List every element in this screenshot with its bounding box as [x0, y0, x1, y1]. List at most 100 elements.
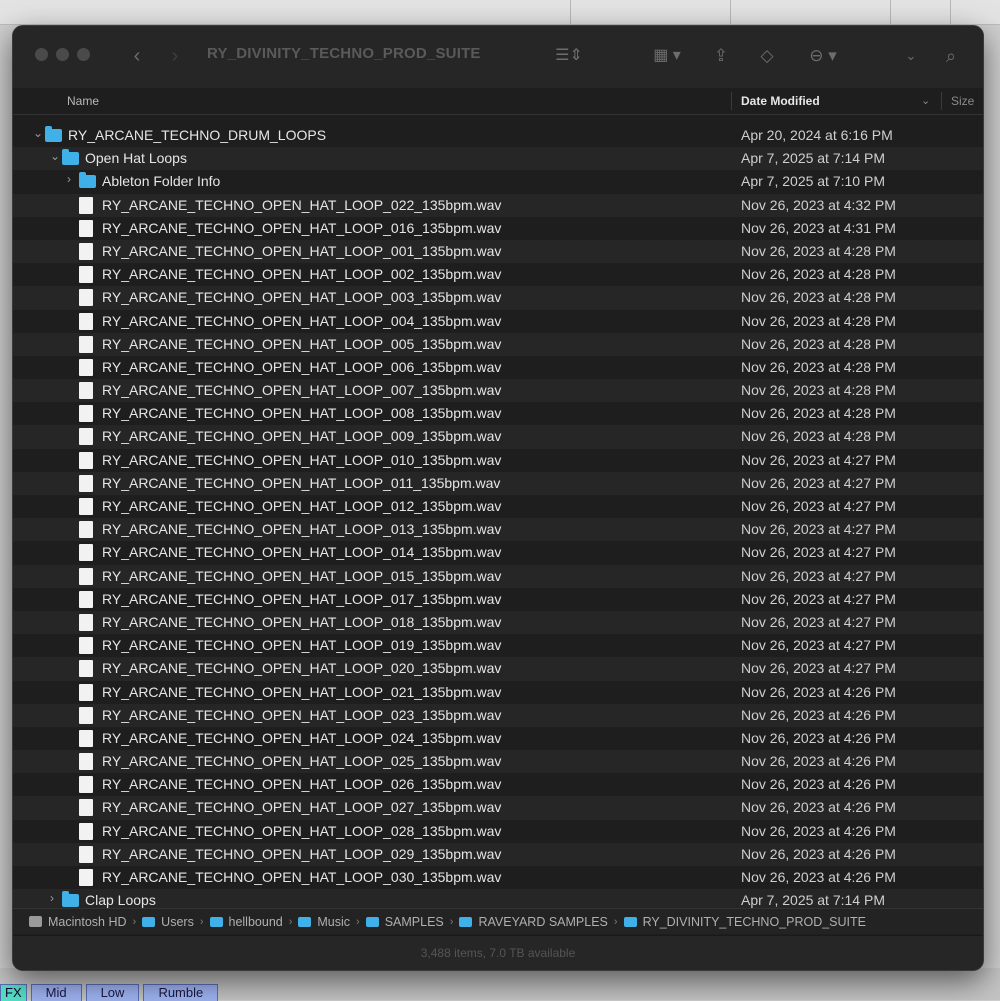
- zoom-window-button[interactable]: [77, 48, 90, 61]
- path-separator-icon: ›: [613, 915, 618, 928]
- tag-icon[interactable]: ◇: [757, 42, 777, 70]
- file-row[interactable]: RY_ARCANE_TECHNO_OPEN_HAT_LOOP_013_135bp…: [13, 518, 983, 542]
- audio-file-icon: [79, 335, 93, 353]
- file-row[interactable]: RY_ARCANE_TECHNO_OPEN_HAT_LOOP_003_135bp…: [13, 286, 983, 310]
- item-name: Open Hat Loops: [85, 150, 187, 167]
- action-menu-icon[interactable]: ⊖ ▾: [803, 42, 843, 70]
- back-chevron-icon[interactable]: ‹: [127, 42, 147, 70]
- audio-file-icon: [79, 869, 93, 886]
- window-title: RY_DIVINITY_TECHNO_PROD_SUITE: [207, 45, 481, 62]
- file-row[interactable]: RY_ARCANE_TECHNO_OPEN_HAT_LOOP_011_135bp…: [13, 471, 983, 495]
- file-row[interactable]: RY_ARCANE_TECHNO_OPEN_HAT_LOOP_015_135bp…: [13, 564, 983, 588]
- item-date-modified: Nov 26, 2023 at 4:26 PM: [741, 706, 896, 723]
- file-row[interactable]: RY_ARCANE_TECHNO_OPEN_HAT_LOOP_008_135bp…: [13, 402, 983, 425]
- file-row[interactable]: RY_ARCANE_TECHNO_OPEN_HAT_LOOP_005_135bp…: [13, 332, 983, 356]
- folder-icon: [623, 916, 637, 927]
- item-name: RY_ARCANE_TECHNO_OPEN_HAT_LOOP_005_135bp…: [102, 335, 502, 352]
- file-row[interactable]: RY_ARCANE_TECHNO_OPEN_HAT_LOOP_020_135bp…: [13, 657, 983, 681]
- file-row[interactable]: RY_ARCANE_TECHNO_OPEN_HAT_LOOP_017_135bp…: [13, 588, 983, 611]
- bg-tab-mid[interactable]: Mid: [30, 984, 82, 1001]
- path-crumb[interactable]: Macintosh HD: [29, 915, 127, 929]
- file-row[interactable]: RY_ARCANE_TECHNO_OPEN_HAT_LOOP_030_135bp…: [13, 866, 983, 889]
- forward-chevron-icon[interactable]: ›: [165, 42, 185, 70]
- close-window-button[interactable]: [35, 48, 48, 61]
- item-name: RY_ARCANE_TECHNO_OPEN_HAT_LOOP_019_135bp…: [102, 637, 502, 654]
- search-icon[interactable]: ⌕: [939, 42, 963, 70]
- disclosure-open-icon[interactable]: ⌄: [33, 126, 43, 140]
- file-row[interactable]: RY_ARCANE_TECHNO_OPEN_HAT_LOOP_014_135bp…: [13, 541, 983, 564]
- folder-row[interactable]: › Clap Loops Apr 7, 2025 at 7:14 PM: [13, 889, 983, 908]
- item-date-modified: Nov 26, 2023 at 4:26 PM: [741, 822, 896, 839]
- audio-file-icon: [79, 776, 93, 794]
- path-separator-icon: ›: [356, 915, 360, 928]
- audio-file-icon: [79, 613, 93, 631]
- file-row[interactable]: RY_ARCANE_TECHNO_OPEN_HAT_LOOP_002_135bp…: [13, 263, 983, 286]
- overflow-chevron-icon[interactable]: ⌄: [901, 42, 921, 70]
- audio-file-icon: [79, 312, 93, 330]
- item-date-modified: Nov 26, 2023 at 4:27 PM: [741, 521, 896, 538]
- file-row[interactable]: RY_ARCANE_TECHNO_OPEN_HAT_LOOP_021_135bp…: [13, 681, 983, 704]
- file-row[interactable]: RY_ARCANE_TECHNO_OPEN_HAT_LOOP_025_135bp…: [13, 750, 983, 774]
- item-name: RY_ARCANE_TECHNO_OPEN_HAT_LOOP_004_135bp…: [102, 312, 502, 329]
- item-date-modified: Apr 7, 2025 at 7:14 PM: [741, 150, 885, 167]
- file-row[interactable]: RY_ARCANE_TECHNO_OPEN_HAT_LOOP_026_135bp…: [13, 773, 983, 796]
- file-row[interactable]: RY_ARCANE_TECHNO_OPEN_HAT_LOOP_012_135bp…: [13, 495, 983, 518]
- file-row[interactable]: RY_ARCANE_TECHNO_OPEN_HAT_LOOP_028_135bp…: [13, 820, 983, 843]
- audio-file-icon: [79, 753, 93, 771]
- file-row[interactable]: RY_ARCANE_TECHNO_OPEN_HAT_LOOP_018_135bp…: [13, 610, 983, 635]
- share-icon[interactable]: ⇪: [711, 42, 731, 70]
- disclosure-open-icon[interactable]: ⌄: [50, 149, 60, 163]
- file-row[interactable]: RY_ARCANE_TECHNO_OPEN_HAT_LOOP_019_135bp…: [13, 634, 983, 657]
- audio-file-icon: [79, 521, 93, 539]
- column-name-header[interactable]: Name: [67, 94, 99, 108]
- folder-row[interactable]: ⌄ Open Hat Loops Apr 7, 2025 at 7:14 PM: [13, 147, 983, 171]
- path-crumb[interactable]: RAVEYARD SAMPLES: [459, 915, 608, 929]
- file-row[interactable]: RY_ARCANE_TECHNO_OPEN_HAT_LOOP_006_135bp…: [13, 356, 983, 379]
- path-crumb-label: RY_DIVINITY_TECHNO_PROD_SUITE: [642, 914, 866, 929]
- path-crumb[interactable]: SAMPLES: [365, 915, 444, 929]
- disk-icon: [29, 916, 42, 927]
- file-row[interactable]: RY_ARCANE_TECHNO_OPEN_HAT_LOOP_010_135bp…: [13, 449, 983, 472]
- group-view-icon[interactable]: ▦ ▾: [645, 42, 689, 70]
- file-row[interactable]: RY_ARCANE_TECHNO_OPEN_HAT_LOOP_022_135bp…: [13, 193, 983, 217]
- file-row[interactable]: RY_ARCANE_TECHNO_OPEN_HAT_LOOP_004_135bp…: [13, 310, 983, 333]
- file-row[interactable]: RY_ARCANE_TECHNO_OPEN_HAT_LOOP_009_135bp…: [13, 425, 983, 449]
- path-crumb[interactable]: RY_DIVINITY_TECHNO_PROD_SUITE: [623, 914, 866, 929]
- column-date-header[interactable]: Date Modified: [741, 94, 820, 108]
- audio-file-icon: [79, 729, 93, 747]
- bg-tab-low[interactable]: Low: [85, 984, 140, 1001]
- disclosure-closed-icon[interactable]: ›: [50, 891, 54, 905]
- item-date-modified: Nov 26, 2023 at 4:27 PM: [741, 474, 896, 491]
- item-name: RY_ARCANE_TECHNO_OPEN_HAT_LOOP_029_135bp…: [102, 845, 502, 862]
- folder-row[interactable]: › Ableton Folder Info Apr 7, 2025 at 7:10 …: [13, 170, 983, 193]
- file-row[interactable]: RY_ARCANE_TECHNO_OPEN_HAT_LOOP_024_135bp…: [13, 727, 983, 750]
- item-name: RY_ARCANE_TECHNO_OPEN_HAT_LOOP_006_135bp…: [102, 358, 502, 375]
- file-row[interactable]: RY_ARCANE_TECHNO_OPEN_HAT_LOOP_016_135bp…: [13, 217, 983, 240]
- path-crumb-label: hellbound: [228, 914, 283, 929]
- path-crumb[interactable]: Users: [142, 915, 194, 929]
- path-crumb-label: Users: [161, 914, 194, 929]
- audio-file-icon: [79, 242, 93, 260]
- minimize-window-button[interactable]: [56, 48, 69, 61]
- file-row[interactable]: RY_ARCANE_TECHNO_OPEN_HAT_LOOP_001_135bp…: [13, 239, 983, 264]
- path-crumb[interactable]: Music: [298, 915, 350, 929]
- item-date-modified: Nov 26, 2023 at 4:26 PM: [741, 753, 896, 770]
- item-name: Ableton Folder Info: [102, 173, 221, 190]
- disclosure-closed-icon[interactable]: ›: [67, 172, 71, 186]
- column-size-header[interactable]: Size: [951, 94, 974, 108]
- file-row[interactable]: RY_ARCANE_TECHNO_OPEN_HAT_LOOP_027_135bp…: [13, 796, 983, 820]
- item-name: RY_ARCANE_TECHNO_OPEN_HAT_LOOP_030_135bp…: [102, 869, 502, 885]
- file-row[interactable]: RY_ARCANE_TECHNO_OPEN_HAT_LOOP_029_135bp…: [13, 842, 983, 866]
- file-row[interactable]: RY_ARCANE_TECHNO_OPEN_HAT_LOOP_023_135bp…: [13, 703, 983, 727]
- folder-icon: [459, 916, 473, 927]
- view-list-icon[interactable]: ☰⇕: [549, 42, 589, 70]
- file-row[interactable]: RY_ARCANE_TECHNO_OPEN_HAT_LOOP_007_135bp…: [13, 379, 983, 403]
- folder-icon: [45, 126, 62, 142]
- item-name: RY_ARCANE_TECHNO_OPEN_HAT_LOOP_026_135bp…: [102, 776, 502, 793]
- bg-tab-fx[interactable]: FX: [0, 984, 27, 1001]
- path-crumb[interactable]: hellbound: [209, 914, 283, 929]
- bg-tab-rumble[interactable]: Rumble: [143, 984, 219, 1001]
- path-crumb-label: Music: [317, 914, 351, 929]
- folder-row[interactable]: ⌄ RY_ARCANE_TECHNO_DRUM_LOOPS Apr 20, 2024…: [13, 124, 983, 147]
- sort-chevron-icon[interactable]: ⌄: [921, 94, 930, 107]
